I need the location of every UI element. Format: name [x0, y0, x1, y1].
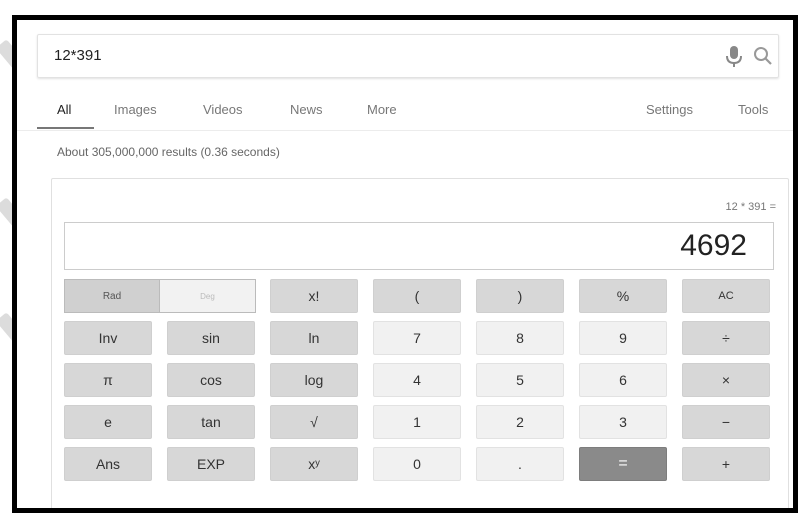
tab-news[interactable]: News	[290, 102, 323, 117]
screenshot-frame: 12*391 All Images Videos News More Setti…	[12, 15, 798, 513]
calculator-expression: 12 * 391 =	[725, 201, 776, 213]
digit-8-button[interactable]: 8	[476, 321, 564, 355]
cos-button[interactable]: cos	[167, 363, 255, 397]
tab-videos[interactable]: Videos	[203, 102, 243, 117]
search-input[interactable]: 12*391	[54, 47, 102, 64]
digit-9-button[interactable]: 9	[579, 321, 667, 355]
digit-3-button[interactable]: 3	[579, 405, 667, 439]
mic-icon[interactable]	[724, 45, 744, 69]
answer-button[interactable]: Ans	[64, 447, 152, 481]
digit-1-button[interactable]: 1	[373, 405, 461, 439]
subtract-button[interactable]: −	[682, 405, 770, 439]
tab-settings[interactable]: Settings	[646, 102, 693, 117]
all-clear-button[interactable]: AC	[682, 279, 770, 313]
power-button[interactable]: xʸ	[270, 447, 358, 481]
calculator-card: 12 * 391 = 4692 Rad Deg x! ( ) % AC Inv …	[51, 178, 789, 508]
angle-mode-toggle[interactable]: Rad Deg	[64, 279, 256, 313]
digit-4-button[interactable]: 4	[373, 363, 461, 397]
digit-7-button[interactable]: 7	[373, 321, 461, 355]
rad-button[interactable]: Rad	[65, 280, 160, 312]
divide-button[interactable]: ÷	[682, 321, 770, 355]
ln-button[interactable]: ln	[270, 321, 358, 355]
tab-tools[interactable]: Tools	[738, 102, 768, 117]
calculator-result: 4692	[680, 229, 747, 262]
equals-button[interactable]: =	[579, 447, 667, 481]
tab-more[interactable]: More	[367, 102, 397, 117]
tabs-divider	[17, 130, 793, 131]
tan-button[interactable]: tan	[167, 405, 255, 439]
digit-6-button[interactable]: 6	[579, 363, 667, 397]
multiply-button[interactable]: ×	[682, 363, 770, 397]
digit-2-button[interactable]: 2	[476, 405, 564, 439]
result-stats: About 305,000,000 results (0.36 seconds)	[57, 145, 280, 159]
sin-button[interactable]: sin	[167, 321, 255, 355]
active-tab-indicator	[37, 127, 94, 129]
euler-button[interactable]: e	[64, 405, 152, 439]
close-paren-button[interactable]: )	[476, 279, 564, 313]
digit-0-button[interactable]: 0	[373, 447, 461, 481]
calculator-display: 4692	[64, 222, 774, 270]
open-paren-button[interactable]: (	[373, 279, 461, 313]
exp-button[interactable]: EXP	[167, 447, 255, 481]
decimal-button[interactable]: .	[476, 447, 564, 481]
log-button[interactable]: log	[270, 363, 358, 397]
pi-button[interactable]: π	[64, 363, 152, 397]
digit-5-button[interactable]: 5	[476, 363, 564, 397]
tab-images[interactable]: Images	[114, 102, 157, 117]
factorial-button[interactable]: x!	[270, 279, 358, 313]
inverse-button[interactable]: Inv	[64, 321, 152, 355]
percent-button[interactable]: %	[579, 279, 667, 313]
search-box[interactable]: 12*391	[37, 34, 779, 78]
deg-button[interactable]: Deg	[160, 280, 255, 312]
add-button[interactable]: +	[682, 447, 770, 481]
tab-all[interactable]: All	[57, 102, 71, 117]
search-icon[interactable]	[752, 45, 774, 67]
sqrt-button[interactable]: √	[270, 405, 358, 439]
